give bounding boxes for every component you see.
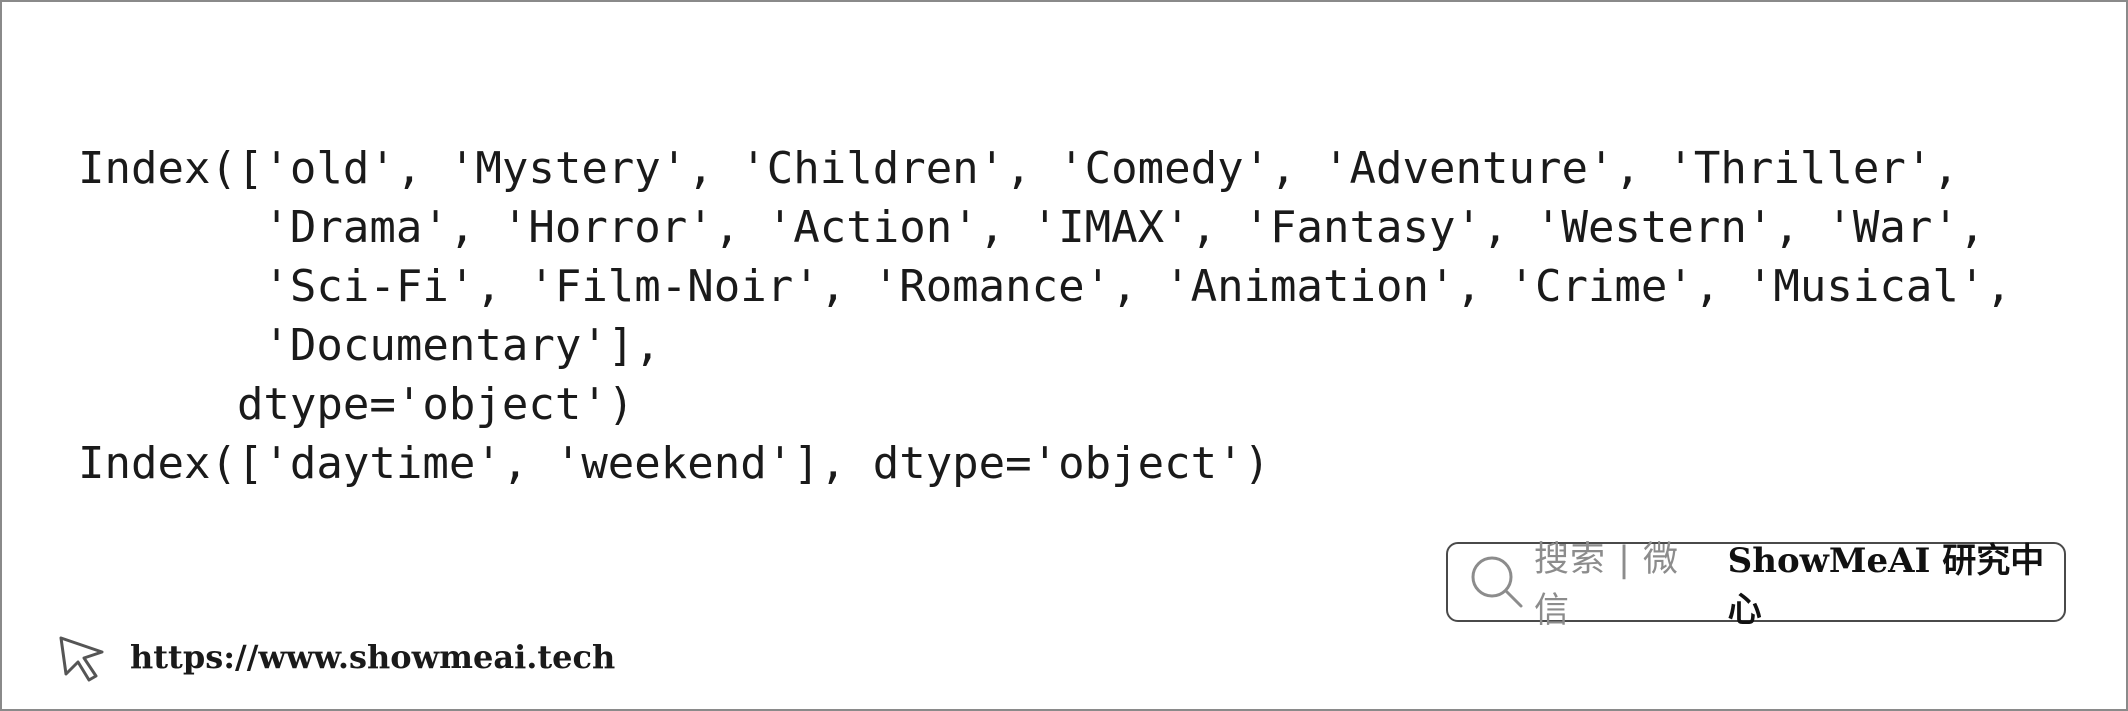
search-hint: 搜索 | 微信: [1534, 540, 1680, 631]
footer-url-link[interactable]: https://www.showmeai.tech: [130, 638, 615, 676]
search-icon: [1468, 553, 1526, 611]
code-line: 'Drama', 'Horror', 'Action', 'IMAX', 'Fa…: [78, 202, 1986, 253]
brand-name: ShowMeAI 研究中心: [1727, 541, 2045, 630]
code-line: dtype='object'): [78, 379, 635, 430]
code-line: 'Sci-Fi', 'Film-Noir', 'Romance', 'Anima…: [78, 261, 2012, 312]
wechat-search-box[interactable]: 搜索 | 微信 ShowMeAI 研究中心: [1446, 540, 2066, 631]
footer: https://www.showmeai.tech: [56, 630, 615, 684]
cursor-pointer-icon: [56, 630, 110, 684]
code-line: Index(['old', 'Mystery', 'Children', 'Co…: [78, 143, 1959, 194]
code-output: Index(['old', 'Mystery', 'Children', 'Co…: [78, 139, 2012, 493]
code-line: 'Documentary'],: [78, 320, 661, 371]
code-line: Index(['daytime', 'weekend'], dtype='obj…: [78, 438, 1271, 489]
